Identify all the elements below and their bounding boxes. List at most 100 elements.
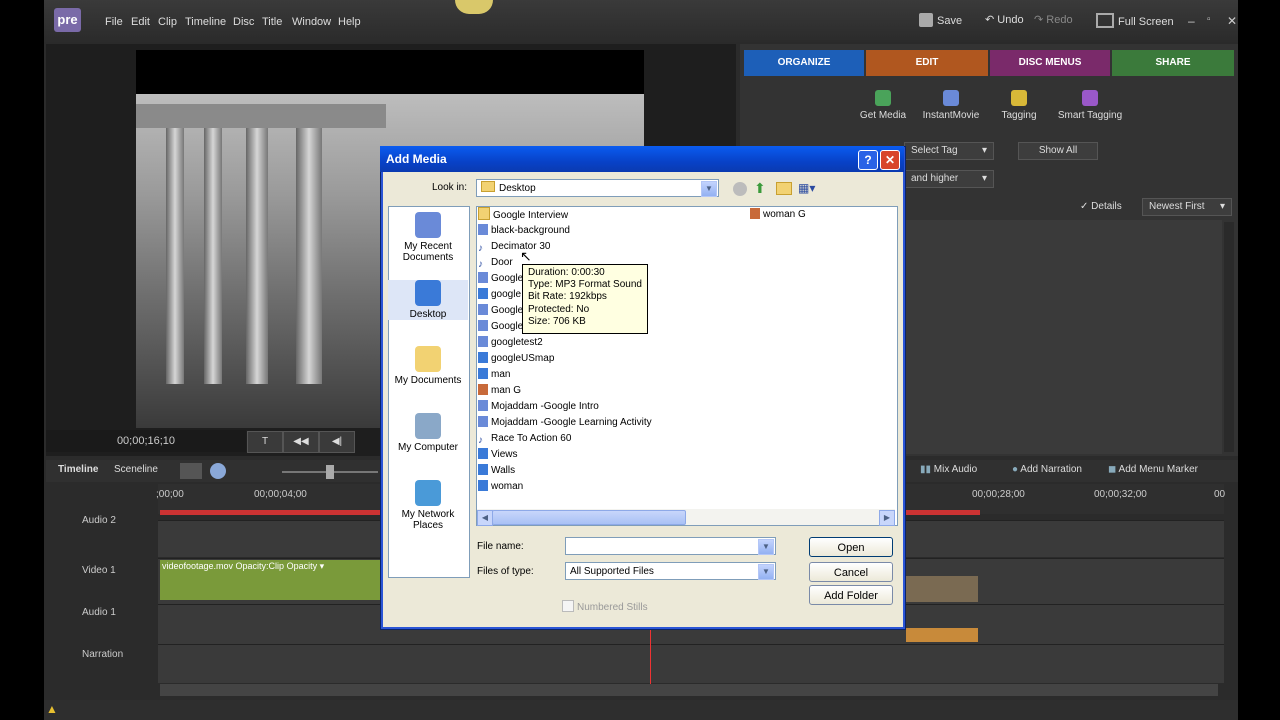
undo-button[interactable]: ↶ Undo [985, 13, 1024, 26]
back-icon[interactable] [733, 182, 747, 196]
look-in-value: Desktop [499, 183, 536, 194]
film-icon [943, 90, 959, 106]
menu-title[interactable]: Title [262, 16, 282, 28]
column-shape [296, 124, 322, 384]
place-my-documents[interactable]: My Documents [388, 346, 468, 386]
tab-sceneline[interactable]: Sceneline [114, 464, 158, 475]
close-dialog-icon[interactable]: ✕ [880, 150, 900, 170]
column-shape [204, 124, 222, 384]
scroll-left-icon[interactable]: ◀ [477, 510, 493, 526]
place-network[interactable]: My Network Places [388, 480, 468, 531]
time-stretch-icon[interactable] [210, 463, 226, 479]
tab-edit[interactable]: EDIT [866, 50, 988, 76]
restore-icon[interactable]: ▫ [1207, 14, 1211, 25]
list-item[interactable]: woman [478, 479, 652, 495]
list-item[interactable]: Mojaddam -Google Intro [478, 399, 652, 415]
redo-label: Redo [1046, 14, 1073, 26]
tab-share[interactable]: SHARE [1112, 50, 1234, 76]
add-folder-button[interactable]: Add Folder [809, 585, 893, 605]
get-media-button[interactable]: Get Media [856, 90, 910, 121]
tab-timeline[interactable]: Timeline [58, 464, 98, 475]
folder-icon [481, 181, 495, 192]
help-icon[interactable]: ? [858, 150, 878, 170]
list-item[interactable]: Mojaddam -Google Learning Activity [478, 415, 652, 431]
numbered-stills-checkbox[interactable]: Numbered Stills [562, 600, 648, 613]
close-icon[interactable]: ✕ [1227, 14, 1237, 28]
tab-organize[interactable]: ORGANIZE [744, 50, 864, 76]
sort-dropdown[interactable]: Newest First ▾ [1142, 198, 1232, 216]
new-folder-icon[interactable] [776, 182, 792, 195]
menu-window[interactable]: Window [292, 16, 331, 28]
file-name: Google [491, 273, 524, 284]
tab-disc-menus[interactable]: DISC MENUS [990, 50, 1110, 76]
video-clip-end[interactable] [906, 576, 978, 602]
rating-dropdown[interactable]: and higher ▾ [904, 170, 994, 188]
file-name-input[interactable]: ▼ [565, 537, 776, 555]
file-column-1: Google Interview black-background ♪ Decim… [478, 207, 652, 495]
add-narration-button[interactable]: ● Add Narration [1012, 464, 1082, 475]
image-file-icon [478, 288, 488, 299]
tool-icon[interactable]: T [247, 431, 283, 453]
fullscreen-button[interactable]: Full Screen [1096, 13, 1174, 28]
scroll-thumb[interactable] [492, 510, 686, 525]
select-tag-dropdown[interactable]: Select Tag ▾ [904, 142, 994, 160]
fullscreen-label: Full Screen [1118, 16, 1174, 28]
menu-disc[interactable]: Disc [233, 16, 254, 28]
list-item[interactable]: man [478, 367, 652, 383]
menu-edit[interactable]: Edit [131, 16, 150, 28]
tagging-button[interactable]: Tagging [996, 90, 1042, 121]
list-item[interactable]: googleUSmap [478, 351, 652, 367]
zoom-slider-handle[interactable] [326, 465, 334, 479]
menu-timeline[interactable]: Timeline [185, 16, 226, 28]
place-my-computer-label: My Computer [397, 442, 458, 453]
place-my-computer[interactable]: My Computer [388, 413, 468, 453]
redo-button[interactable]: ↷ Redo [1034, 13, 1073, 26]
place-recent[interactable]: My Recent Documents [388, 212, 468, 263]
tab-organize-label: ORGANIZE [744, 50, 864, 76]
list-item[interactable]: black-background [478, 223, 652, 239]
list-item[interactable]: man G [478, 383, 652, 399]
show-all-button[interactable]: Show All [1018, 142, 1098, 160]
marker-icon: ◼ [1108, 464, 1119, 475]
place-desktop[interactable]: Desktop [388, 280, 468, 320]
list-item[interactable]: Google Interview [478, 207, 652, 223]
video-file-icon [478, 416, 488, 427]
step-back-icon[interactable]: ◀| [319, 431, 355, 453]
add-menu-marker-label: Add Menu Marker [1118, 464, 1199, 475]
mix-audio-button[interactable]: ▮▮ Mix Audio [920, 464, 977, 475]
save-button[interactable]: Save [919, 13, 962, 27]
view-menu-icon[interactable]: ▦▾ [798, 181, 815, 195]
list-item[interactable]: woman G [750, 207, 806, 223]
list-item[interactable]: ♪ Race To Action 60 [478, 431, 652, 447]
selection-tool-icon[interactable] [180, 463, 202, 479]
cancel-button[interactable]: Cancel [809, 562, 893, 582]
list-item[interactable]: Walls [478, 463, 652, 479]
video-clip[interactable]: videofootage.mov Opacity:Clip Opacity ▾ [160, 560, 380, 600]
media-scrollbar[interactable] [1224, 222, 1234, 452]
list-item[interactable]: Views [478, 447, 652, 463]
menu-clip[interactable]: Clip [158, 16, 177, 28]
details-checkbox[interactable]: ✓ Details [1080, 201, 1122, 212]
up-folder-icon[interactable]: ⬆ [754, 180, 766, 197]
scroll-right-icon[interactable]: ▶ [879, 510, 895, 526]
rewind-icon[interactable]: ◀◀ [283, 431, 319, 453]
redo-icon: ↷ [1034, 14, 1047, 26]
look-in-dropdown[interactable]: Desktop ▼ [476, 179, 719, 197]
instantmovie-button[interactable]: InstantMovie [920, 90, 982, 121]
add-menu-marker-button[interactable]: ◼ Add Menu Marker [1108, 464, 1198, 475]
timeline-scrollbar[interactable] [160, 684, 1218, 696]
smart-tagging-button[interactable]: Smart Tagging [1056, 90, 1124, 121]
file-name: Door [491, 257, 513, 268]
track-narration[interactable] [158, 644, 1224, 683]
menu-file[interactable]: File [105, 16, 123, 28]
chevron-down-icon: ▾ [981, 173, 987, 184]
list-item[interactable]: ♪ Decimator 30 [478, 239, 652, 255]
files-of-type-value: All Supported Files [570, 566, 654, 577]
minimize-icon[interactable]: – [1188, 14, 1195, 28]
files-of-type-dropdown[interactable]: All Supported Files ▼ [565, 562, 776, 580]
undo-icon: ↶ [985, 14, 998, 26]
open-button[interactable]: Open [809, 537, 893, 557]
list-item[interactable]: googletest2 [478, 335, 652, 351]
menu-help[interactable]: Help [338, 16, 361, 28]
audio-clip[interactable] [906, 628, 978, 642]
